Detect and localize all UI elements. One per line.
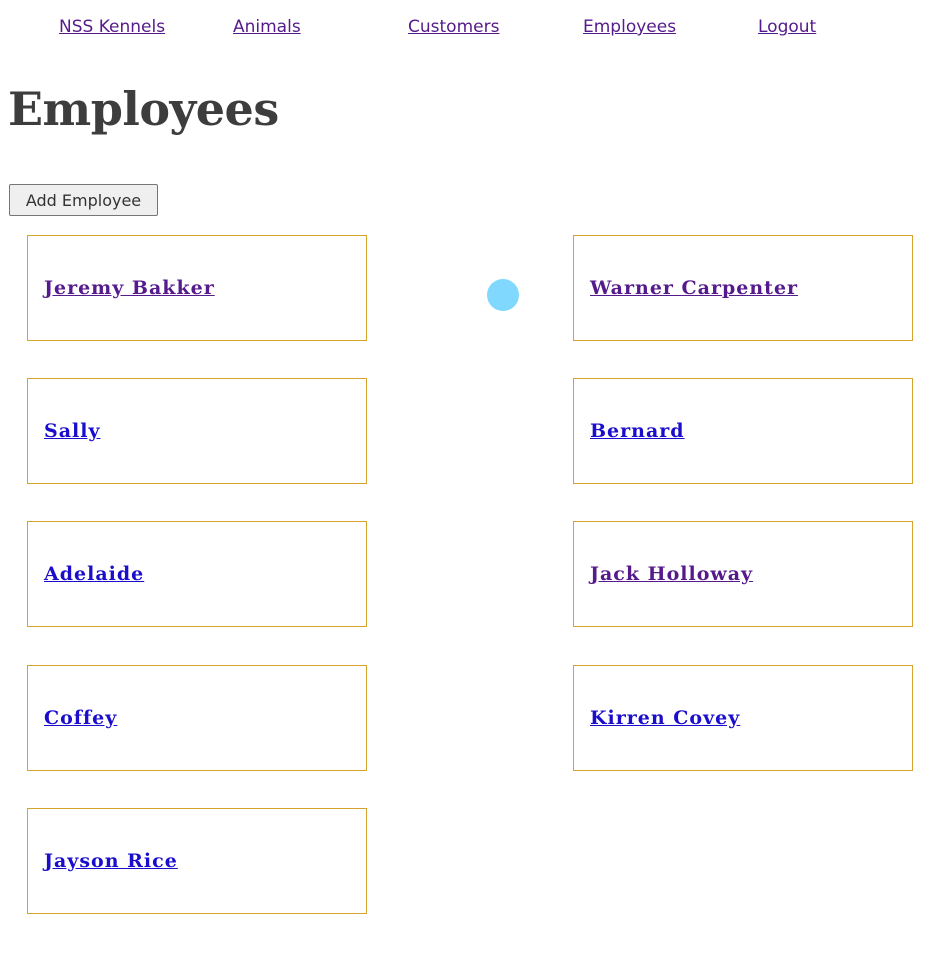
employee-link[interactable]: Warner Carpenter: [590, 277, 798, 299]
add-employee-button[interactable]: Add Employee: [9, 184, 158, 216]
employee-link[interactable]: Coffey: [44, 707, 117, 729]
employee-link[interactable]: Jack Holloway: [590, 563, 753, 585]
employee-card: Jayson Rice: [27, 808, 367, 914]
employee-card: Sally: [27, 378, 367, 484]
nav-link-animals[interactable]: Animals: [233, 17, 301, 37]
employee-link[interactable]: Jayson Rice: [44, 850, 178, 872]
page-title: Employees: [8, 82, 279, 136]
employee-card: Bernard: [573, 378, 913, 484]
nav-link-employees[interactable]: Employees: [583, 17, 676, 37]
employee-card: Jack Holloway: [573, 521, 913, 627]
nav-link-logout[interactable]: Logout: [758, 17, 816, 37]
employee-card: Kirren Covey: [573, 665, 913, 771]
employee-link[interactable]: Adelaide: [44, 563, 144, 585]
employee-card: Coffey: [27, 665, 367, 771]
employee-link[interactable]: Kirren Covey: [590, 707, 740, 729]
cursor-indicator-icon: [487, 279, 519, 311]
employee-card: Jeremy Bakker: [27, 235, 367, 341]
employee-link[interactable]: Jeremy Bakker: [44, 277, 215, 299]
nav-link-customers[interactable]: Customers: [408, 17, 499, 37]
nav-link-nss-kennels[interactable]: NSS Kennels: [59, 17, 165, 37]
employee-link[interactable]: Sally: [44, 420, 101, 442]
employee-link[interactable]: Bernard: [590, 420, 685, 442]
employee-card: Adelaide: [27, 521, 367, 627]
employee-card: Warner Carpenter: [573, 235, 913, 341]
